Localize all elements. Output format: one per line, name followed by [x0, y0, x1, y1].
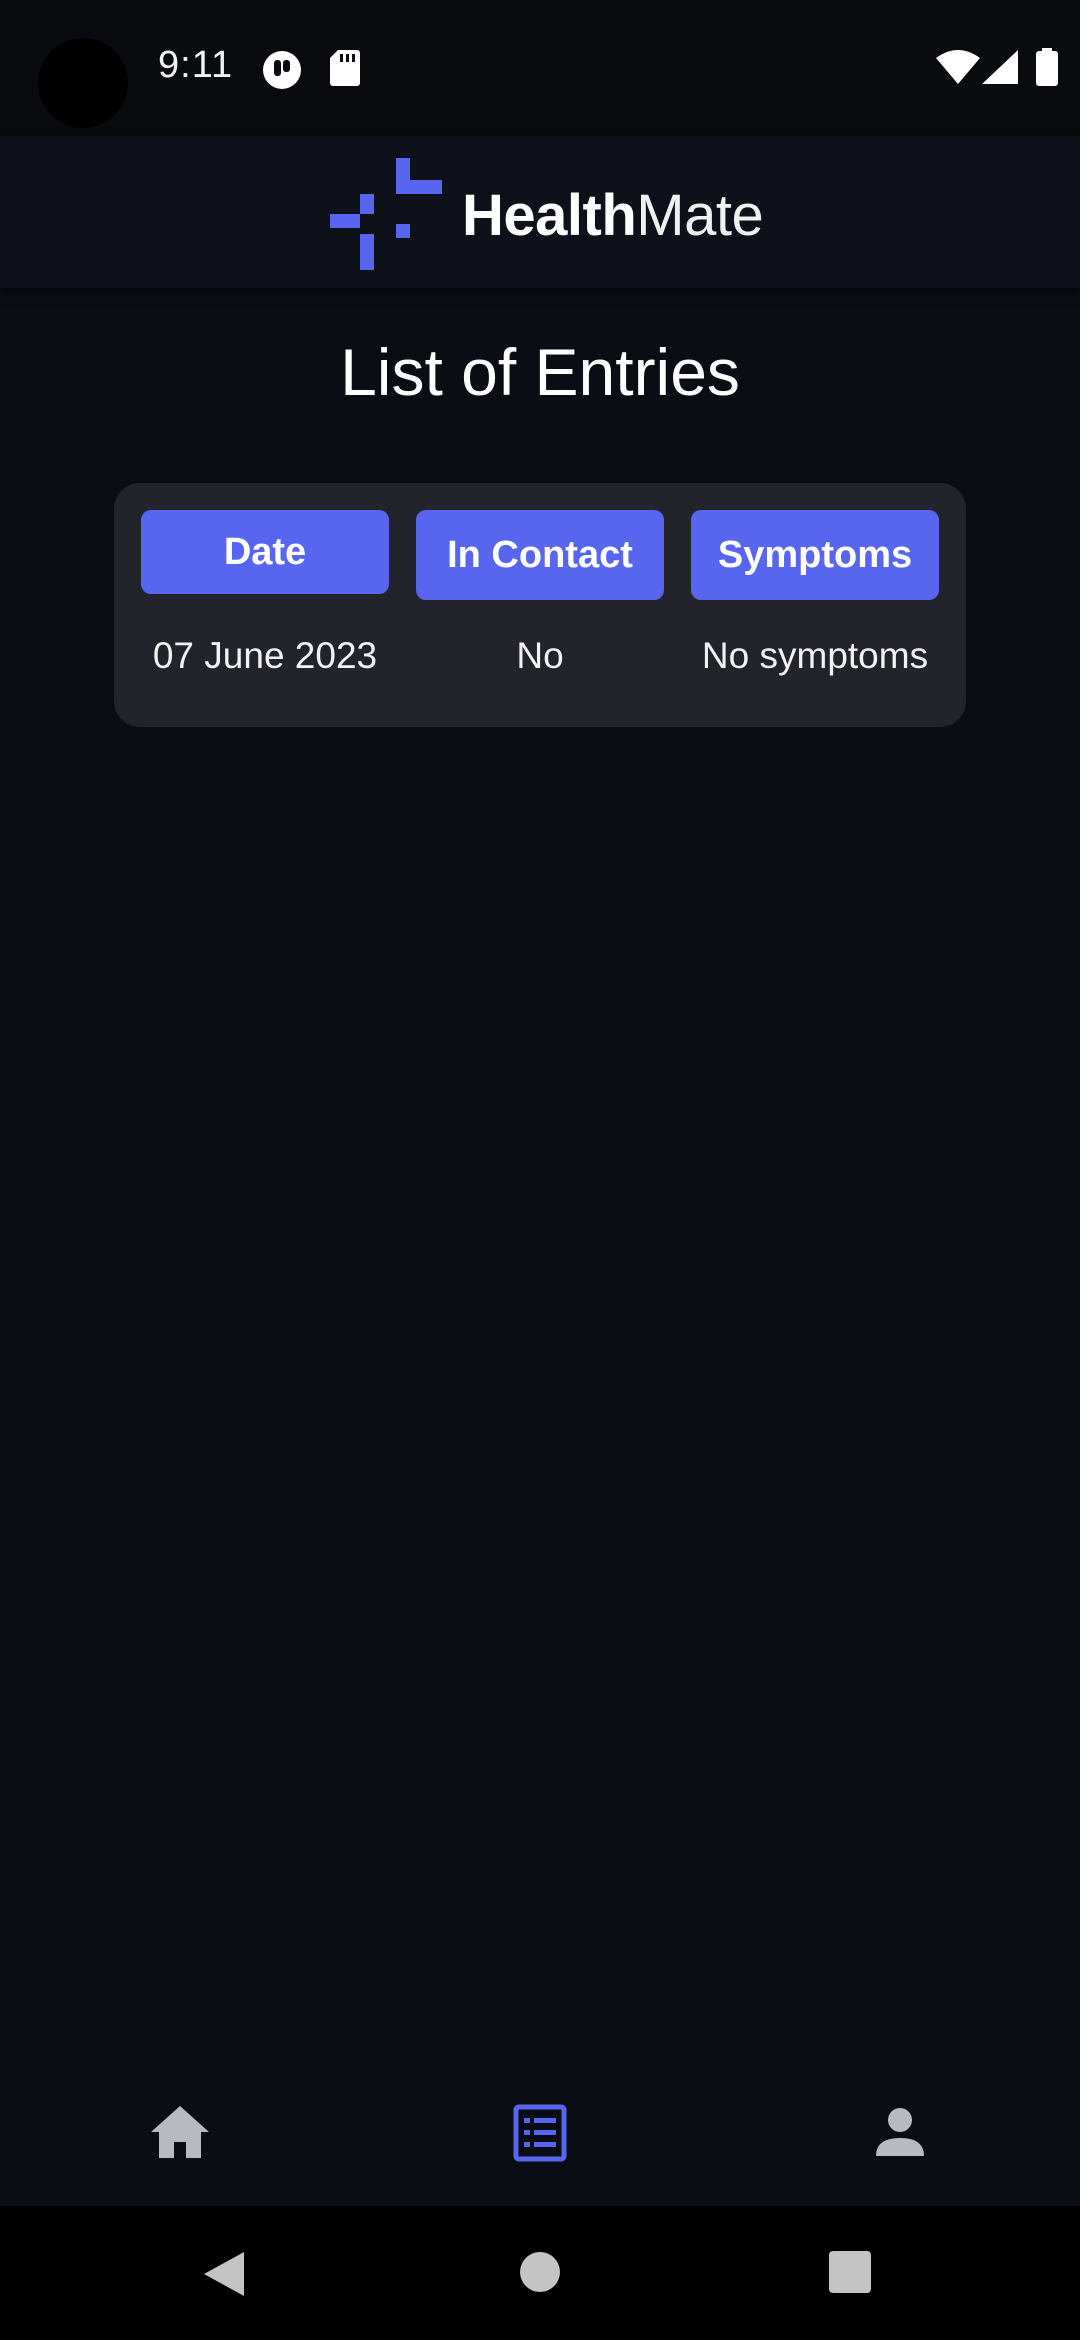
- profile-icon: [876, 2108, 924, 2156]
- tracking-icon: [262, 50, 302, 90]
- entry-symptoms-cell: No symptoms: [701, 635, 929, 676]
- recents-icon: [829, 2251, 871, 2293]
- brand-name: HealthMate: [462, 182, 764, 249]
- system-navigation-bar: [0, 2206, 1080, 2340]
- bottom-navigation: [0, 2064, 1080, 2206]
- status-bar: 9:11: [0, 0, 1080, 136]
- system-back-button[interactable]: [200, 2250, 248, 2298]
- home-circle-icon: [520, 2252, 560, 2292]
- page-title: List of Entries: [340, 335, 740, 409]
- column-header-symptoms[interactable]: Symptoms: [691, 510, 939, 600]
- logo-icon: [330, 158, 442, 275]
- nav-profile-button[interactable]: [865, 2098, 935, 2168]
- screen: 9:11 HealthMate List of Entries Date In …: [0, 0, 1080, 2340]
- nav-home-button[interactable]: [145, 2098, 215, 2168]
- back-icon: [204, 2252, 244, 2296]
- app-header: HealthMate: [0, 136, 1080, 288]
- status-time: 9:11: [158, 44, 234, 86]
- entry-date-cell: 07 June 2023: [152, 635, 378, 676]
- cell-signal-icon: [982, 50, 1018, 84]
- list-icon: [513, 2104, 567, 2162]
- column-header-date[interactable]: Date: [141, 510, 389, 594]
- nav-entries-button[interactable]: [505, 2098, 575, 2168]
- column-header-in-contact[interactable]: In Contact: [416, 510, 664, 600]
- system-recents-button[interactable]: [828, 2250, 872, 2294]
- camera-cutout: [38, 38, 128, 128]
- entries-table: Date In Contact Symptoms 07 June 2023 No…: [114, 483, 966, 727]
- system-home-button[interactable]: [518, 2250, 562, 2294]
- battery-icon: [1036, 48, 1058, 86]
- home-icon: [151, 2106, 209, 2158]
- brand-name-bold: Health: [462, 183, 637, 248]
- entry-contact-cell: No: [516, 635, 564, 676]
- sd-card-icon: [330, 50, 360, 86]
- wifi-icon: [936, 50, 980, 84]
- brand-name-light: Mate: [636, 183, 764, 248]
